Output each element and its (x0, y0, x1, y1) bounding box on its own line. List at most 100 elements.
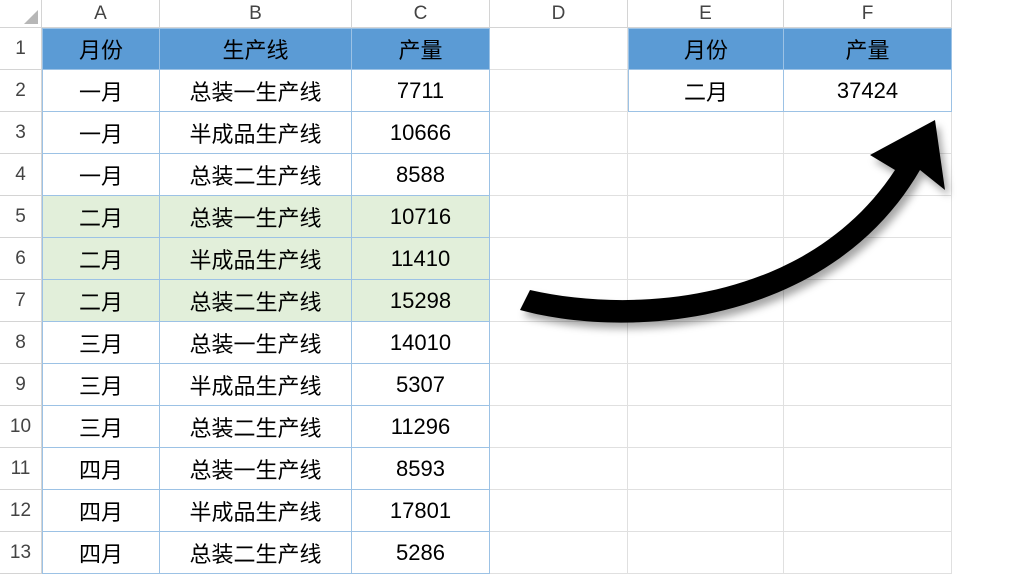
cell-output[interactable]: 7711 (352, 70, 490, 112)
col-header-b[interactable]: B (160, 0, 352, 28)
empty-cell[interactable] (784, 364, 952, 406)
empty-cell[interactable] (628, 196, 784, 238)
empty-cell[interactable] (628, 112, 784, 154)
col-header-a[interactable]: A (42, 0, 160, 28)
cell-month[interactable]: 二月 (42, 196, 160, 238)
cell-output[interactable]: 8588 (352, 154, 490, 196)
cell-output[interactable]: 10666 (352, 112, 490, 154)
empty-cell[interactable] (490, 532, 628, 574)
empty-cell[interactable] (490, 238, 628, 280)
empty-cell[interactable] (628, 490, 784, 532)
cell-output[interactable]: 10716 (352, 196, 490, 238)
col-header-e[interactable]: E (628, 0, 784, 28)
row-header-6[interactable]: 6 (0, 238, 42, 280)
cell-output[interactable]: 11296 (352, 406, 490, 448)
empty-cell[interactable] (784, 490, 952, 532)
cell-month[interactable]: 一月 (42, 154, 160, 196)
side-header-output[interactable]: 产量 (784, 28, 952, 70)
empty-cell[interactable] (628, 532, 784, 574)
empty-cell[interactable] (784, 322, 952, 364)
main-header-output[interactable]: 产量 (352, 28, 490, 70)
empty-cell[interactable] (490, 196, 628, 238)
col-header-f[interactable]: F (784, 0, 952, 28)
empty-cell[interactable] (490, 364, 628, 406)
row-header-10[interactable]: 10 (0, 406, 42, 448)
cell-line[interactable]: 总装一生产线 (160, 322, 352, 364)
cell-line[interactable]: 半成品生产线 (160, 238, 352, 280)
cell-line[interactable]: 总装二生产线 (160, 280, 352, 322)
cell-line[interactable]: 总装一生产线 (160, 448, 352, 490)
col-header-d[interactable]: D (490, 0, 628, 28)
row-header-4[interactable]: 4 (0, 154, 42, 196)
main-header-month[interactable]: 月份 (42, 28, 160, 70)
empty-cell[interactable] (628, 406, 784, 448)
empty-cell[interactable] (784, 196, 952, 238)
cell-month[interactable]: 三月 (42, 364, 160, 406)
empty-cell[interactable] (784, 406, 952, 448)
empty-cell[interactable] (490, 112, 628, 154)
cell-output[interactable]: 8593 (352, 448, 490, 490)
row-header-5[interactable]: 5 (0, 196, 42, 238)
table-row: 三月 总装一生产线 14010 (42, 322, 952, 364)
cell-line[interactable]: 总装二生产线 (160, 406, 352, 448)
cell-month[interactable]: 二月 (42, 238, 160, 280)
row-header-8[interactable]: 8 (0, 322, 42, 364)
row-header-12[interactable]: 12 (0, 490, 42, 532)
cell-output[interactable]: 11410 (352, 238, 490, 280)
empty-cell[interactable] (490, 322, 628, 364)
cell-line[interactable]: 半成品生产线 (160, 490, 352, 532)
side-month-value[interactable]: 二月 (628, 70, 784, 112)
cell-month[interactable]: 四月 (42, 490, 160, 532)
cell-output[interactable]: 17801 (352, 490, 490, 532)
column-headers: A B C D E F (42, 0, 952, 28)
empty-cell[interactable] (490, 70, 628, 112)
col-header-c[interactable]: C (352, 0, 490, 28)
empty-cell[interactable] (628, 238, 784, 280)
cell-output[interactable]: 15298 (352, 280, 490, 322)
side-header-month[interactable]: 月份 (628, 28, 784, 70)
empty-cell[interactable] (490, 406, 628, 448)
empty-cell[interactable] (490, 490, 628, 532)
row-header-7[interactable]: 7 (0, 280, 42, 322)
empty-cell[interactable] (628, 280, 784, 322)
cell-month[interactable]: 二月 (42, 280, 160, 322)
cell-month[interactable]: 三月 (42, 406, 160, 448)
empty-cell[interactable] (784, 448, 952, 490)
empty-cell[interactable] (784, 154, 952, 196)
empty-cell[interactable] (628, 154, 784, 196)
row-header-1[interactable]: 1 (0, 28, 42, 70)
empty-cell[interactable] (490, 154, 628, 196)
cell-line[interactable]: 总装一生产线 (160, 196, 352, 238)
cell-output[interactable]: 5286 (352, 532, 490, 574)
cell-month[interactable]: 四月 (42, 448, 160, 490)
cell-line[interactable]: 总装一生产线 (160, 70, 352, 112)
row-header-9[interactable]: 9 (0, 364, 42, 406)
cell-output[interactable]: 5307 (352, 364, 490, 406)
empty-cell[interactable] (784, 280, 952, 322)
select-all-corner[interactable] (0, 0, 42, 28)
empty-cell[interactable] (490, 448, 628, 490)
empty-cell[interactable] (784, 112, 952, 154)
cell-line[interactable]: 总装二生产线 (160, 532, 352, 574)
cell-month[interactable]: 三月 (42, 322, 160, 364)
row-header-2[interactable]: 2 (0, 70, 42, 112)
empty-cell[interactable] (490, 280, 628, 322)
row-header-11[interactable]: 11 (0, 448, 42, 490)
empty-cell[interactable] (628, 448, 784, 490)
cell-line[interactable]: 半成品生产线 (160, 364, 352, 406)
empty-cell[interactable] (628, 364, 784, 406)
cell-line[interactable]: 总装二生产线 (160, 154, 352, 196)
empty-cell[interactable] (784, 532, 952, 574)
cell-output[interactable]: 14010 (352, 322, 490, 364)
cell-month[interactable]: 四月 (42, 532, 160, 574)
cell-line[interactable]: 半成品生产线 (160, 112, 352, 154)
row-header-3[interactable]: 3 (0, 112, 42, 154)
empty-cell[interactable] (490, 28, 628, 70)
empty-cell[interactable] (628, 322, 784, 364)
row-header-13[interactable]: 13 (0, 532, 42, 574)
cell-month[interactable]: 一月 (42, 112, 160, 154)
main-header-line[interactable]: 生产线 (160, 28, 352, 70)
side-output-value[interactable]: 37424 (784, 70, 952, 112)
empty-cell[interactable] (784, 238, 952, 280)
cell-month[interactable]: 一月 (42, 70, 160, 112)
